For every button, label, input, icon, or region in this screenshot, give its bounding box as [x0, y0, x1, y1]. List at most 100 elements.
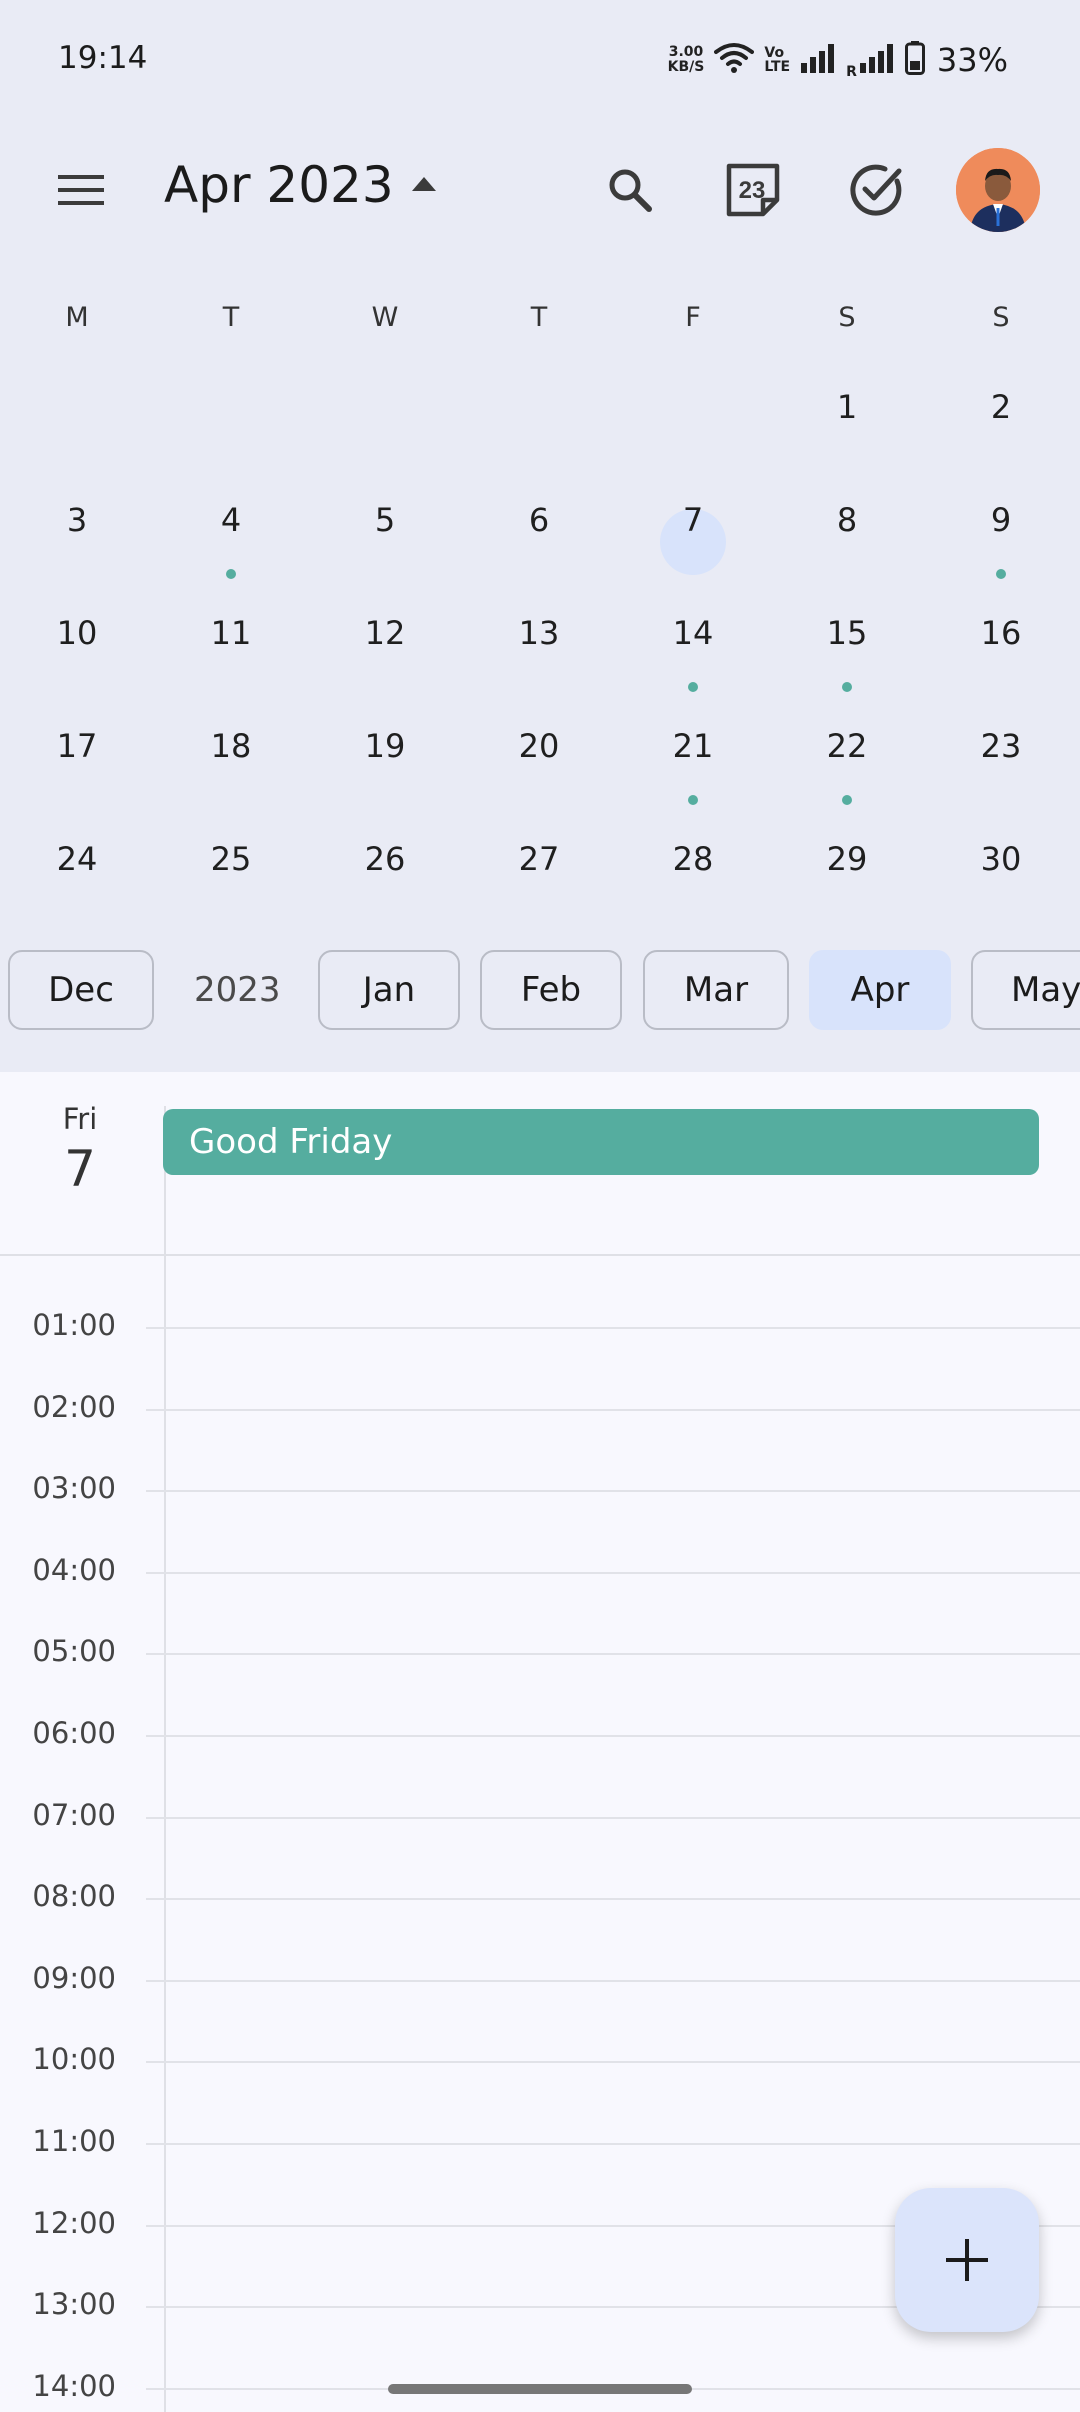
hour-label: 03:00: [32, 1471, 116, 1506]
event-title: Good Friday: [189, 1122, 393, 1162]
day-cell[interactable]: 12: [308, 586, 462, 699]
network-speed: 3.00 KB/S: [668, 45, 705, 75]
hour-row[interactable]: 07:00: [0, 1798, 1080, 1832]
day-cell[interactable]: 10: [0, 586, 154, 699]
day-cell[interactable]: 16: [924, 586, 1078, 699]
tasks-button[interactable]: [836, 150, 916, 230]
month-title-dropdown[interactable]: Apr 2023: [164, 156, 436, 214]
event-dot: [996, 569, 1006, 579]
menu-button[interactable]: [50, 162, 112, 218]
hour-row[interactable]: 03:00: [0, 1471, 1080, 1505]
event-good-friday[interactable]: Good Friday: [163, 1109, 1039, 1175]
day-cell[interactable]: 28: [616, 812, 770, 925]
day-number: 17: [56, 727, 98, 765]
day-cell[interactable]: 19: [308, 699, 462, 812]
day-cell[interactable]: 14: [616, 586, 770, 699]
weekday-label: T: [530, 302, 548, 333]
avatar[interactable]: [956, 148, 1040, 232]
day-cell[interactable]: 9: [924, 473, 1078, 586]
day-cell[interactable]: 1: [770, 360, 924, 473]
day-number: 23: [980, 727, 1022, 765]
hour-label: 04:00: [32, 1552, 116, 1587]
day-cell[interactable]: 22: [770, 699, 924, 812]
day-number: 28: [672, 840, 714, 878]
day-number: 6: [528, 501, 550, 539]
day-cell[interactable]: 26: [308, 812, 462, 925]
day-cell[interactable]: 25: [154, 812, 308, 925]
day-number: 25: [210, 840, 252, 878]
create-event-button[interactable]: [895, 2188, 1039, 2332]
hour-line: [146, 1571, 1080, 1574]
month-chip[interactable]: Feb: [480, 950, 622, 1030]
weekday-label: S: [838, 302, 856, 333]
day-cell[interactable]: 29: [770, 812, 924, 925]
status-bar: 19:14 3.00 KB/S Vo LTE R 33%: [0, 0, 1080, 124]
hour-row[interactable]: 05:00: [0, 1634, 1080, 1668]
month-chip-prev[interactable]: Dec: [8, 950, 154, 1030]
day-cell[interactable]: 2: [924, 360, 1078, 473]
hour-label: 11:00: [32, 2124, 116, 2158]
battery-percent: 33%: [936, 41, 1008, 79]
day-cell[interactable]: 23: [924, 699, 1078, 812]
day-cell[interactable]: 21: [616, 699, 770, 812]
hour-row[interactable]: 04:00: [0, 1553, 1080, 1587]
day-cell[interactable]: 24: [0, 812, 154, 925]
search-icon: [609, 169, 652, 212]
day-cell[interactable]: 5: [308, 473, 462, 586]
month-chip[interactable]: May: [971, 950, 1080, 1030]
hour-line: [146, 1816, 1080, 1819]
day-number: 4: [220, 501, 242, 539]
day-cell[interactable]: 6: [462, 473, 616, 586]
day-number: 26: [364, 840, 406, 878]
month-chip[interactable]: Apr: [809, 950, 951, 1030]
hour-row[interactable]: 01:00: [0, 1308, 1080, 1342]
hour-row[interactable]: 08:00: [0, 1879, 1080, 1913]
month-title: Apr 2023: [164, 156, 394, 214]
menu-icon: [58, 175, 104, 205]
all-day-divider: [0, 1254, 1080, 1256]
day-number: 11: [210, 614, 252, 652]
hour-label: 08:00: [32, 1879, 116, 1914]
month-grid: 1 2 3 4 5 6 7 8 9 10 11 12 13 14 15 16 17 18 19 20 21 22 23 24 2…: [0, 360, 1080, 920]
day-cell[interactable]: 15: [770, 586, 924, 699]
home-indicator[interactable]: [388, 2384, 692, 2394]
hour-row[interactable]: 10:00: [0, 2042, 1080, 2076]
month-panel: 19:14 3.00 KB/S Vo LTE R 33% Apr 2023 23…: [0, 0, 1080, 1072]
day-cell[interactable]: 11: [154, 586, 308, 699]
hour-line: [146, 1653, 1080, 1656]
search-button[interactable]: [590, 150, 670, 230]
today-button[interactable]: 23: [713, 150, 793, 230]
day-date: 7: [64, 1140, 96, 1198]
hour-row[interactable]: 02:00: [0, 1390, 1080, 1424]
hour-row[interactable]: 11:00: [0, 2124, 1080, 2158]
day-cell[interactable]: 30: [924, 812, 1078, 925]
day-cell[interactable]: 3: [0, 473, 154, 586]
day-number: 20: [518, 727, 560, 765]
volte-indicator: Vo LTE: [764, 46, 790, 74]
tasks-check-icon: [850, 164, 902, 216]
month-chip[interactable]: Mar: [643, 950, 789, 1030]
day-cell[interactable]: 7: [616, 473, 770, 586]
volte-top: Vo: [764, 45, 785, 61]
month-chip[interactable]: Jan: [318, 950, 460, 1030]
day-cell[interactable]: 4: [154, 473, 308, 586]
day-cell[interactable]: 17: [0, 699, 154, 812]
day-cell[interactable]: 18: [154, 699, 308, 812]
day-number: 16: [980, 614, 1022, 652]
hour-label: 01:00: [32, 1308, 116, 1342]
day-cell[interactable]: 8: [770, 473, 924, 586]
month-chips: Dec 2023 Jan Feb Mar Apr May: [0, 950, 1080, 1032]
hour-label: 09:00: [32, 1960, 116, 1995]
hour-row[interactable]: 06:00: [0, 1716, 1080, 1750]
day-cell[interactable]: 27: [462, 812, 616, 925]
hour-row[interactable]: 09:00: [0, 1961, 1080, 1995]
day-cell[interactable]: 13: [462, 586, 616, 699]
hour-label: 13:00: [32, 2287, 116, 2322]
hour-label: 12:00: [32, 2205, 116, 2240]
day-number: 18: [210, 727, 252, 765]
day-number: 8: [836, 501, 858, 539]
profile-photo: [956, 148, 1040, 232]
day-cell[interactable]: 20: [462, 699, 616, 812]
day-number: 15: [826, 614, 868, 652]
calendar-app: 19:14 3.00 KB/S Vo LTE R 33% Apr 2023 23…: [0, 0, 1080, 2412]
